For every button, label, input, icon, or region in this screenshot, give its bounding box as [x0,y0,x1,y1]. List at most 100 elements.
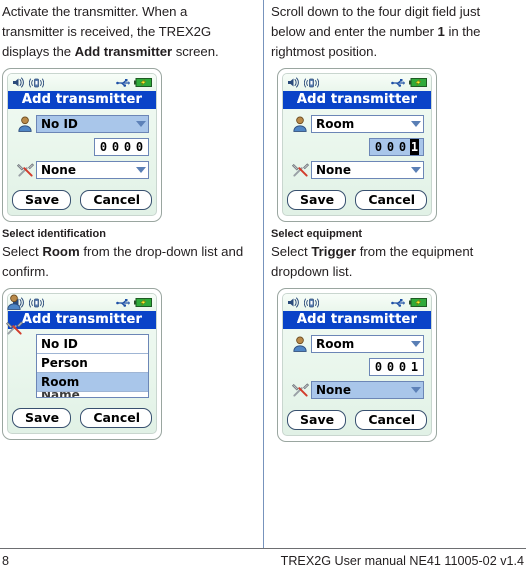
column-divider [263,0,264,548]
right-column: Scroll down to the four digit field just… [263,0,526,548]
list-item[interactable]: Name [37,392,148,397]
digit-1[interactable]: 0 [374,359,383,375]
left-column: Activate the transmitter. When a transmi… [0,0,263,548]
status-bar-left-icons [287,77,319,89]
screen-title: Add transmitter [283,311,431,329]
save-button[interactable]: Save [287,410,347,430]
digit-2[interactable]: 0 [386,359,395,375]
equipment-icon-cell [3,315,25,340]
digit-3[interactable]: 0 [123,139,132,155]
status-bar-right-icons [116,77,152,88]
right-caption-bold: Trigger [311,244,357,259]
status-bar [283,294,431,311]
add-transmitter-form: No ID 0 0 0 0 None [8,109,156,188]
person-icon [18,116,32,132]
chevron-down-icon [411,167,421,173]
four-digit-field[interactable]: 0 0 0 0 [94,138,149,156]
battery-charging-icon [134,298,152,307]
right-intro-paragraph: Scroll down to the four digit field just… [271,2,516,62]
equipment-value: None [41,163,76,177]
button-bar: Save Cancel [283,408,431,435]
status-bar [8,74,156,91]
tools-icon [5,320,23,335]
speaker-icon [288,77,299,88]
screen-title: Add transmitter [8,91,156,109]
digit-3[interactable]: 0 [398,359,407,375]
vibrate-icon [29,298,44,307]
digit-2[interactable]: 0 [386,139,395,155]
battery-charging-icon [409,78,427,87]
four-digit-field[interactable]: 0 0 0 1 [369,138,424,156]
button-bar: Save Cancel [283,188,431,215]
identification-dropdown[interactable]: Room [311,335,424,353]
list-item[interactable]: No ID [37,335,148,354]
left-intro-bold: Add transmitter [74,44,173,59]
equipment-row: None [14,160,149,180]
four-digit-field[interactable]: 0 0 0 1 [369,358,424,376]
digit-field-row: 0 0 0 1 [289,358,424,376]
figure-digit-entry: Add transmitter Room 0 0 0 1 None Save C… [277,68,437,222]
identification-option-list[interactable]: No ID Person Room Name [36,334,149,398]
form-icon-column [3,289,25,340]
battery-charging-icon [134,78,152,87]
status-bar-left-icons [287,297,319,309]
screen-title: Add transmitter [8,311,156,329]
figure-add-transmitter-initial: Add transmitter No ID 0 0 0 0 None Save … [2,68,162,222]
chevron-down-icon [136,167,146,173]
vibrate-icon [304,78,319,87]
equipment-icon-cell [289,382,311,398]
save-button[interactable]: Save [12,408,72,428]
identification-dropdown[interactable]: Room [311,115,424,133]
left-caption-heading: Select identification [2,228,106,240]
cancel-button[interactable]: Cancel [355,190,427,210]
speaker-icon [13,77,24,88]
digit-3[interactable]: 0 [398,139,407,155]
usb-icon [391,78,405,87]
right-caption-body: Select Trigger from the equipment dropdo… [271,242,516,282]
digit-1[interactable]: 0 [374,139,383,155]
identification-icon-cell [14,116,36,132]
digit-4[interactable]: 0 [135,139,144,155]
identification-value: Room [316,117,355,131]
button-bar: Save Cancel [8,188,156,215]
chevron-down-icon [411,387,421,393]
save-button[interactable]: Save [12,190,72,210]
manual-page: Activate the transmitter. When a transmi… [0,0,526,578]
save-button[interactable]: Save [287,190,347,210]
tools-icon [291,163,309,177]
identification-dropdown[interactable]: No ID [36,115,149,133]
identification-value: Room [316,337,355,351]
device-screen: Add transmitter Room 0 0 0 1 None Save C… [282,73,432,216]
cancel-button[interactable]: Cancel [355,410,427,430]
identification-icon-cell [3,289,25,315]
equipment-dropdown[interactable]: None [311,161,424,179]
list-item[interactable]: Room [37,373,148,392]
battery-charging-icon [409,298,427,307]
list-item[interactable]: Person [37,354,148,373]
identification-dropdown-expanded-row: No ID Person Room Name [5,294,149,398]
figure-equipment-selected: Add transmitter Room 0 0 0 1 None Save C… [277,288,437,442]
identification-icon-cell [289,336,311,352]
right-caption-heading: Select equipment [271,228,363,240]
digit-field-row: 0 0 0 0 [14,138,149,156]
chevron-down-icon [136,121,146,127]
equipment-icon-cell [289,162,311,178]
vibrate-icon [304,298,319,307]
left-caption-bold: Room [42,244,80,259]
digit-1[interactable]: 0 [99,139,108,155]
cancel-button[interactable]: Cancel [80,408,152,428]
status-bar-right-icons [116,297,152,308]
status-bar-left-icons [12,77,44,89]
left-caption-body: Select Room from the drop-down list and … [2,242,245,282]
usb-icon [391,298,405,307]
person-icon [293,116,307,132]
equipment-dropdown[interactable]: None [311,381,424,399]
equipment-dropdown[interactable]: None [36,161,149,179]
add-transmitter-form: Room 0 0 0 1 None [283,329,431,408]
digit-4[interactable]: 1 [410,139,419,155]
cancel-button[interactable]: Cancel [80,190,152,210]
digit-2[interactable]: 0 [111,139,120,155]
left-caption-part1: Select [2,244,43,259]
equipment-row: None [289,160,424,180]
digit-4[interactable]: 1 [410,359,419,375]
